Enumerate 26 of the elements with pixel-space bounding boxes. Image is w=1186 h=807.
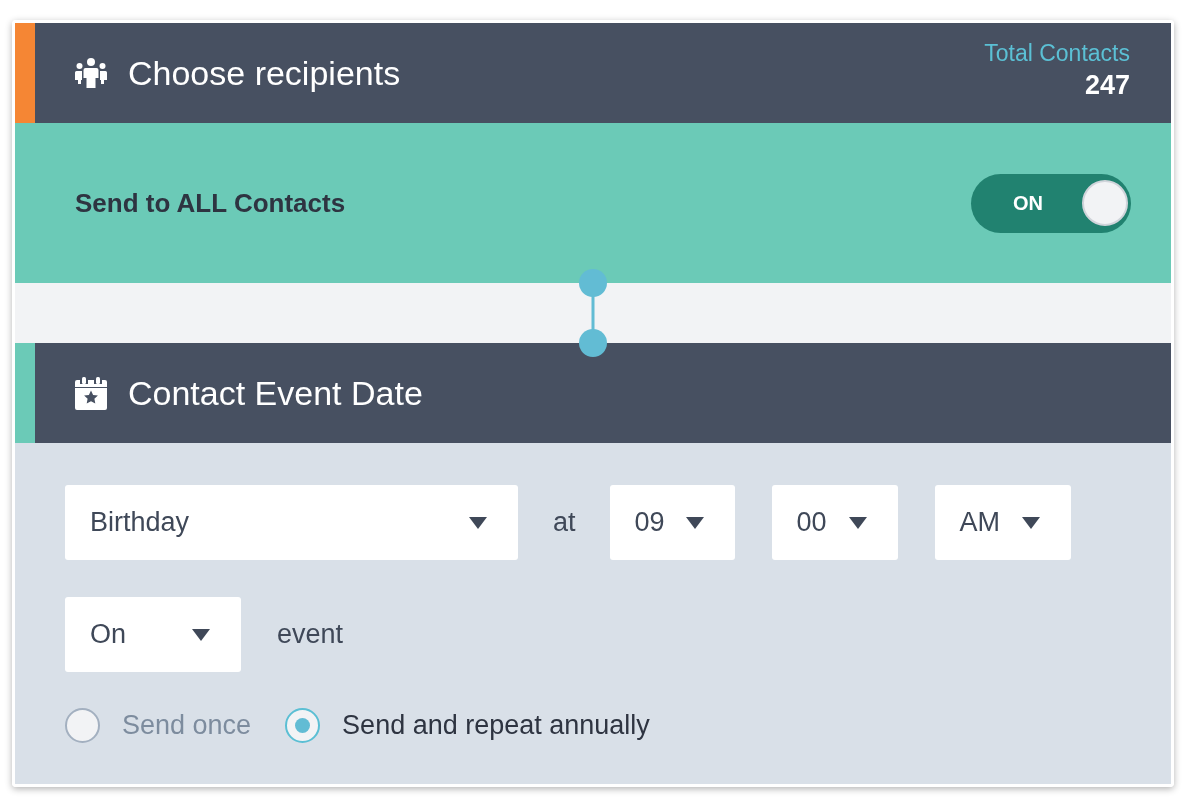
hour-dropdown[interactable]: 09 xyxy=(609,485,735,560)
calendar-star-icon xyxy=(75,376,107,410)
radio-label: Send and repeat annually xyxy=(342,712,650,739)
section-title: Contact Event Date xyxy=(128,376,423,410)
total-contacts-value: 247 xyxy=(1084,69,1130,102)
caret-icon xyxy=(192,628,210,641)
send-all-label: Send to ALL Contacts xyxy=(75,190,346,216)
radio-button[interactable] xyxy=(285,708,321,743)
caret-icon xyxy=(469,516,487,529)
event-label: event xyxy=(277,621,344,648)
period-dropdown[interactable]: AM xyxy=(934,485,1071,560)
minute-dropdown[interactable]: 00 xyxy=(771,485,898,560)
step-connector-icon xyxy=(578,268,608,358)
toggle-thumb-icon xyxy=(1082,180,1128,226)
section-title: Choose recipients xyxy=(128,56,401,90)
total-contacts-label: Total Contacts xyxy=(984,39,1130,68)
caret-icon xyxy=(1021,516,1040,529)
radio-button[interactable] xyxy=(65,708,100,743)
timing-dropdown[interactable]: On xyxy=(65,597,241,672)
event-type-dropdown[interactable]: Birthday xyxy=(65,485,518,560)
caret-icon xyxy=(685,516,704,529)
toggle-switch[interactable]: ON xyxy=(971,173,1131,233)
people-icon xyxy=(75,58,107,88)
radio-label: Send once xyxy=(122,712,252,739)
caret-icon xyxy=(848,516,867,529)
at-label: at xyxy=(553,509,576,536)
